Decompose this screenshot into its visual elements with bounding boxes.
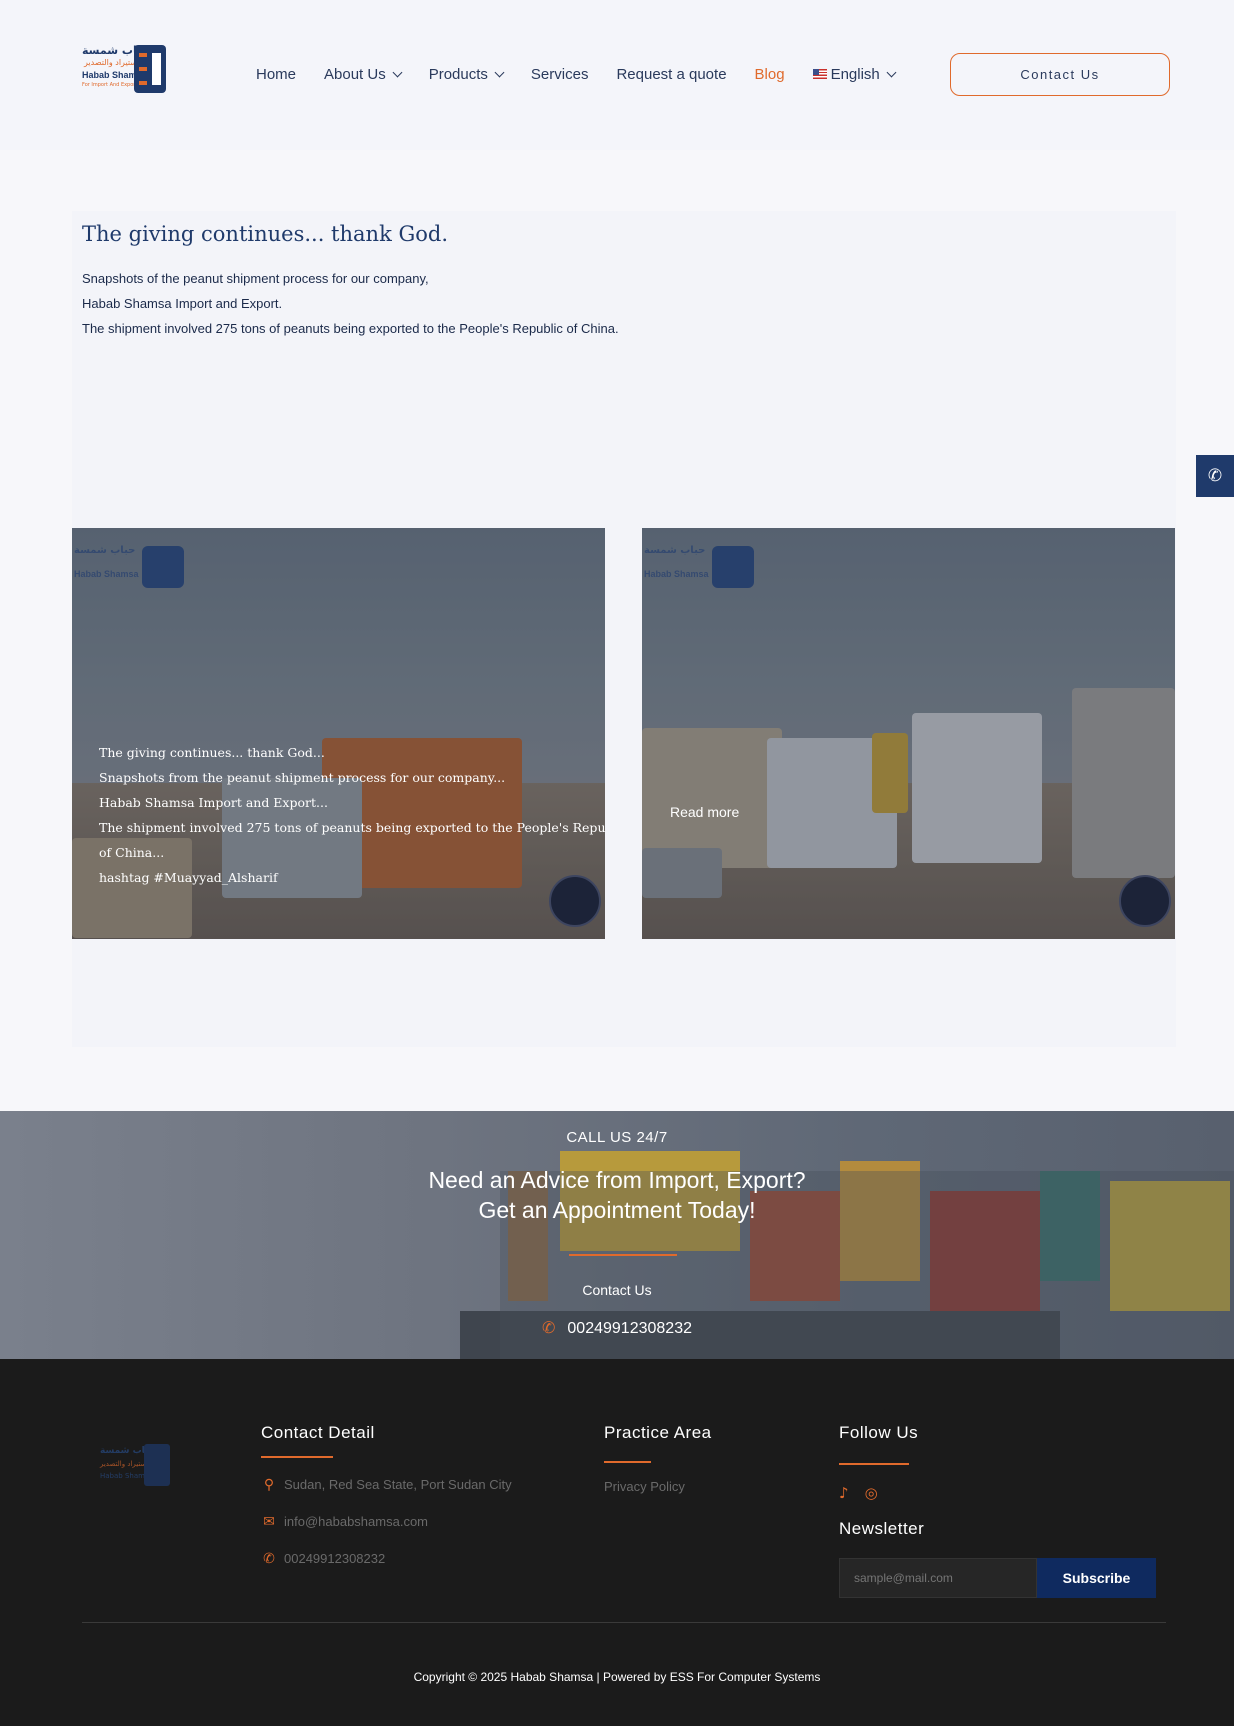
watermark-mark-icon [142, 546, 184, 588]
watermark-arabic: حباب شمسة [644, 545, 706, 556]
site-logo[interactable]: حباب شمسة للإستيراد والتصدير Habab Shams… [82, 42, 166, 96]
language-label: English [830, 65, 880, 83]
caption-line: Habab Shamsa Import and Export... [99, 795, 328, 810]
nav-about-label: About Us [324, 65, 386, 83]
cta-heading-line-1: Need an Advice from Import, Export? [428, 1167, 806, 1193]
heading-underline [604, 1461, 651, 1463]
calligraphy-badge-icon [1119, 875, 1171, 927]
footer-logo-mark-icon [144, 1444, 170, 1486]
nav-blog-label: Blog [754, 65, 785, 83]
watermark-arabic: حباب شمسة [74, 545, 136, 556]
cta-phone-number: 00249912308232 [567, 1320, 692, 1337]
watermark-name: Habab Shamsa [74, 569, 139, 579]
logo-tagline: For Import And Export [82, 82, 138, 88]
footer-divider [82, 1622, 1166, 1623]
photo-watermark-logo: حباب شمسة Habab Shamsa [642, 543, 762, 591]
practice-area-heading: Practice Area [604, 1423, 712, 1442]
privacy-policy-link[interactable]: Privacy Policy [604, 1479, 685, 1494]
footer-address: ⚲ Sudan, Red Sea State, Port Sudan City [261, 1476, 512, 1493]
caption-line: The shipment involved 275 tons of peanut… [99, 820, 605, 835]
main-nav: Home About Us Products Services Request … [256, 64, 923, 84]
post-paragraph: Habab Shamsa Import and Export. [82, 296, 283, 311]
shipment-photo-2[interactable]: حباب شمسة Habab Shamsa Read more [642, 528, 1175, 939]
nav-products-label: Products [428, 65, 488, 83]
contact-detail-heading: Contact Detail [261, 1423, 375, 1442]
call-to-action-band: CALL US 24/7 Need an Advice from Import,… [0, 1111, 1234, 1359]
nav-request-quote-label: Request a quote [616, 65, 727, 83]
nav-services-label: Services [530, 65, 589, 83]
footer-logo[interactable]: حباب شمسة للإستيراد والتصدير Habab Shams… [100, 1444, 172, 1488]
blog-post-card: The giving continues... thank God. Snaps… [72, 211, 1176, 1047]
nav-request-quote[interactable]: Request a quote [616, 66, 726, 83]
photo-caption: The giving continues... thank God... Sna… [99, 740, 605, 890]
chevron-down-icon [886, 67, 897, 77]
chevron-down-icon [392, 67, 403, 77]
newsletter-heading: Newsletter [839, 1519, 925, 1538]
caption-line: The giving continues... thank God... [99, 745, 325, 760]
cta-divider [569, 1254, 677, 1256]
envelope-icon: ✉ [263, 1513, 275, 1529]
instagram-icon[interactable]: ◎ [865, 1484, 878, 1502]
subscribe-button[interactable]: Subscribe [1037, 1558, 1156, 1598]
logo-mark-icon [134, 45, 166, 93]
footer-email[interactable]: ✉ info@hababshamsa.com [261, 1513, 428, 1530]
newsletter-email-input[interactable] [839, 1558, 1037, 1598]
cta-contact-label: Contact Us [582, 1282, 652, 1298]
cta-phone-link[interactable]: ✆ 00249912308232 [0, 1318, 1234, 1338]
language-selector[interactable]: English [812, 65, 897, 83]
read-more-link[interactable]: Read more [670, 804, 739, 820]
us-flag-icon [812, 69, 827, 79]
phone-text: 00249912308232 [284, 1551, 386, 1566]
heading-underline [261, 1456, 333, 1458]
copyright-text: Copyright © 2025 Habab Shamsa | Powered … [413, 1670, 821, 1684]
cta-heading-line-2: Get an Appointment Today! [478, 1197, 756, 1223]
address-text: Sudan, Red Sea State, Port Sudan City [284, 1477, 512, 1492]
contact-us-button[interactable]: Contact Us [950, 53, 1170, 96]
cta-small-title: CALL US 24/7 [566, 1129, 668, 1146]
nav-services[interactable]: Services [531, 66, 589, 83]
location-pin-icon: ⚲ [263, 1476, 275, 1492]
social-links: ♪ ◎ [839, 1484, 894, 1502]
caption-line: hashtag #Muayyad_Alsharif [99, 870, 278, 885]
phone-icon: ✆ [263, 1550, 275, 1566]
photo-watermark-logo: حباب شمسة Habab Shamsa [72, 543, 192, 591]
heading-underline [839, 1463, 909, 1465]
nav-blog[interactable]: Blog [755, 66, 785, 83]
post-title: The giving continues... thank God. [82, 222, 449, 246]
nav-home-label: Home [256, 65, 297, 83]
nav-home[interactable]: Home [256, 66, 296, 83]
caption-line: of China... [99, 845, 165, 860]
calligraphy-badge-icon [549, 875, 601, 927]
tiktok-icon[interactable]: ♪ [839, 1484, 849, 1502]
shipment-photo-1[interactable]: حباب شمسة Habab Shamsa The giving contin… [72, 528, 605, 939]
nav-about-us[interactable]: About Us [324, 65, 403, 83]
footer-phone[interactable]: ✆ 00249912308232 [261, 1550, 385, 1567]
site-footer: حباب شمسة للإستيراد والتصدير Habab Shams… [0, 1359, 1234, 1726]
watermark-mark-icon [712, 546, 754, 588]
email-text: info@hababshamsa.com [284, 1514, 428, 1529]
floating-phone-button[interactable]: ✆ [1196, 455, 1234, 497]
nav-products[interactable]: Products [428, 65, 505, 83]
post-paragraph: The shipment involved 275 tons of peanut… [82, 321, 619, 336]
watermark-name: Habab Shamsa [644, 569, 709, 579]
post-paragraph: Snapshots of the peanut shipment process… [82, 271, 429, 286]
phone-icon: ✆ [1207, 466, 1223, 486]
chevron-down-icon [494, 67, 505, 77]
site-header: حباب شمسة للإستيراد والتصدير Habab Shams… [0, 0, 1234, 150]
follow-us-heading: Follow Us [839, 1423, 919, 1442]
phone-icon: ✆ [542, 1320, 556, 1337]
caption-line: Snapshots from the peanut shipment proce… [99, 770, 506, 785]
